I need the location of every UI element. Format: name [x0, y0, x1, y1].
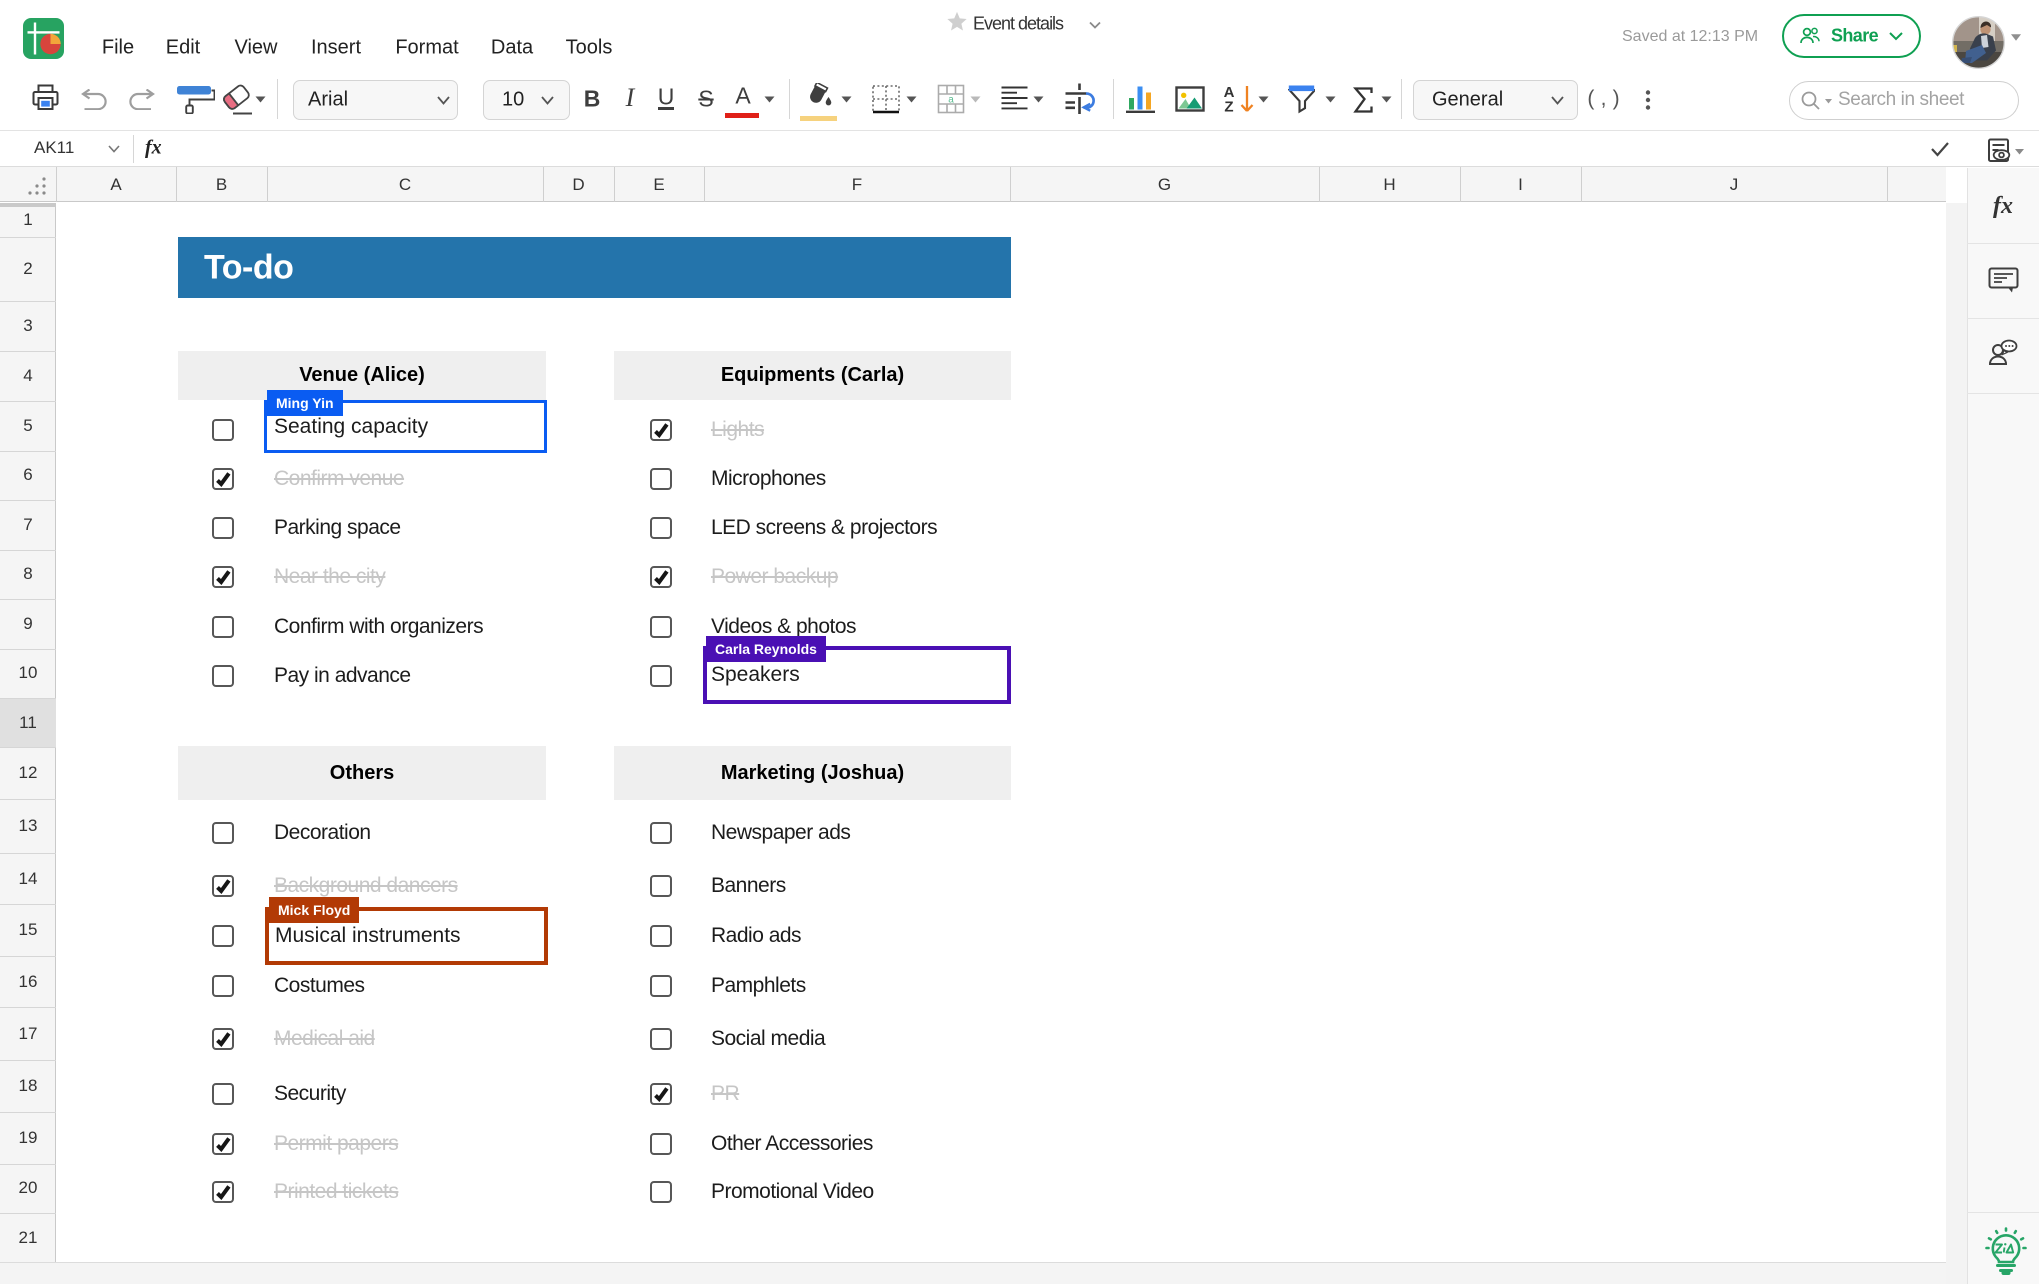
svg-text:Z: Z — [1224, 99, 1233, 116]
svg-text:a: a — [948, 95, 954, 106]
